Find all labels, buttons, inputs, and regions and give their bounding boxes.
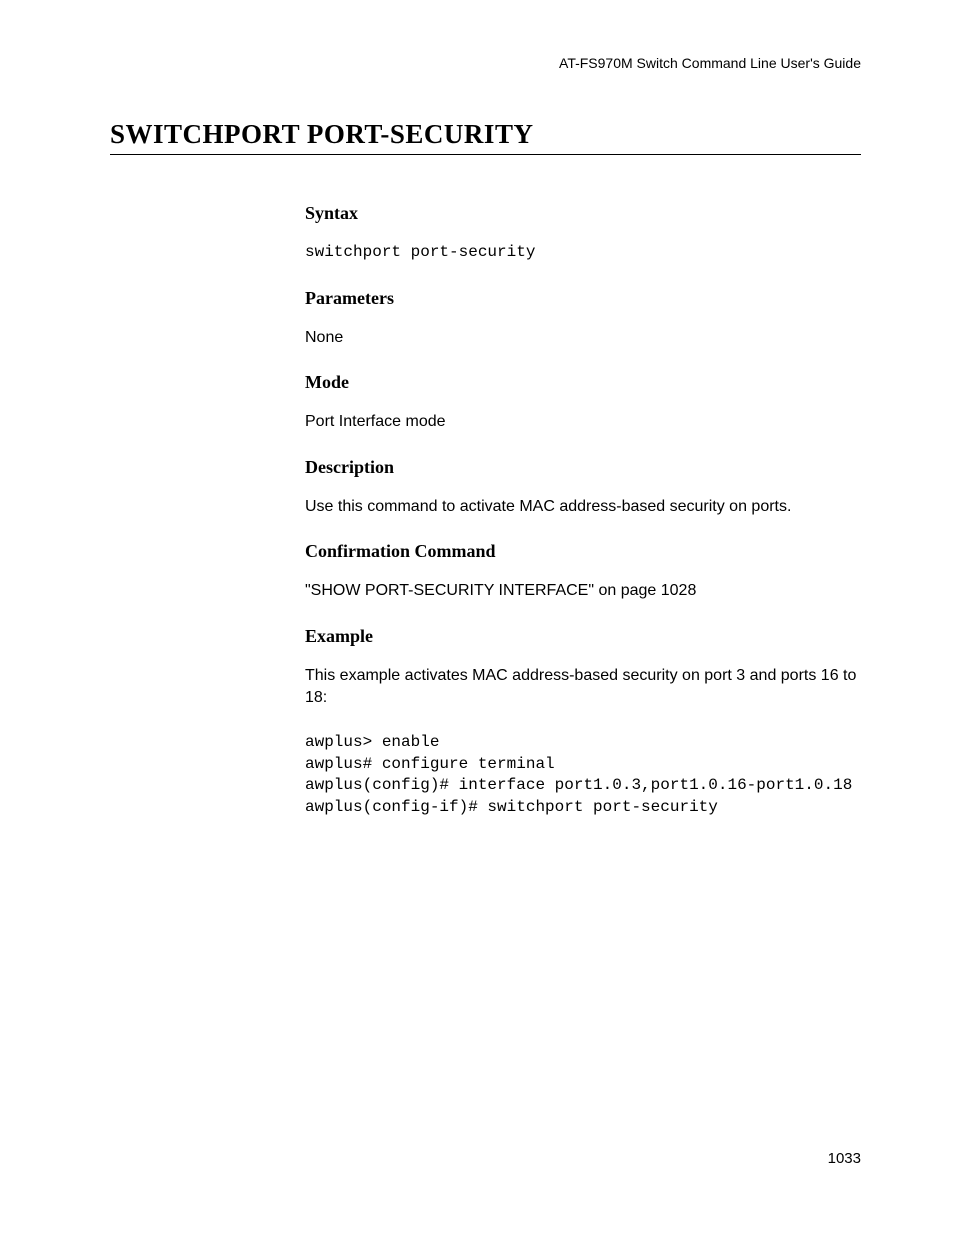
- example-code: awplus> enable awplus# configure termina…: [305, 732, 861, 818]
- header-guide-title: AT-FS970M Switch Command Line User's Gui…: [110, 55, 861, 71]
- mode-heading: Mode: [305, 372, 861, 393]
- page-number: 1033: [828, 1150, 861, 1167]
- mode-content: Port Interface mode: [305, 411, 861, 433]
- parameters-heading: Parameters: [305, 288, 861, 309]
- syntax-content: switchport port-security: [305, 242, 861, 264]
- confirmation-content: "SHOW PORT-SECURITY INTERFACE" on page 1…: [305, 580, 861, 602]
- description-heading: Description: [305, 457, 861, 478]
- example-heading: Example: [305, 626, 861, 647]
- confirmation-heading: Confirmation Command: [305, 541, 861, 562]
- parameters-content: None: [305, 327, 861, 349]
- example-intro: This example activates MAC address-based…: [305, 665, 861, 708]
- content-area: Syntax switchport port-security Paramete…: [305, 203, 861, 819]
- syntax-heading: Syntax: [305, 203, 861, 224]
- command-title: SWITCHPORT PORT-SECURITY: [110, 119, 861, 155]
- page-container: AT-FS970M Switch Command Line User's Gui…: [0, 0, 954, 819]
- description-content: Use this command to activate MAC address…: [305, 496, 861, 518]
